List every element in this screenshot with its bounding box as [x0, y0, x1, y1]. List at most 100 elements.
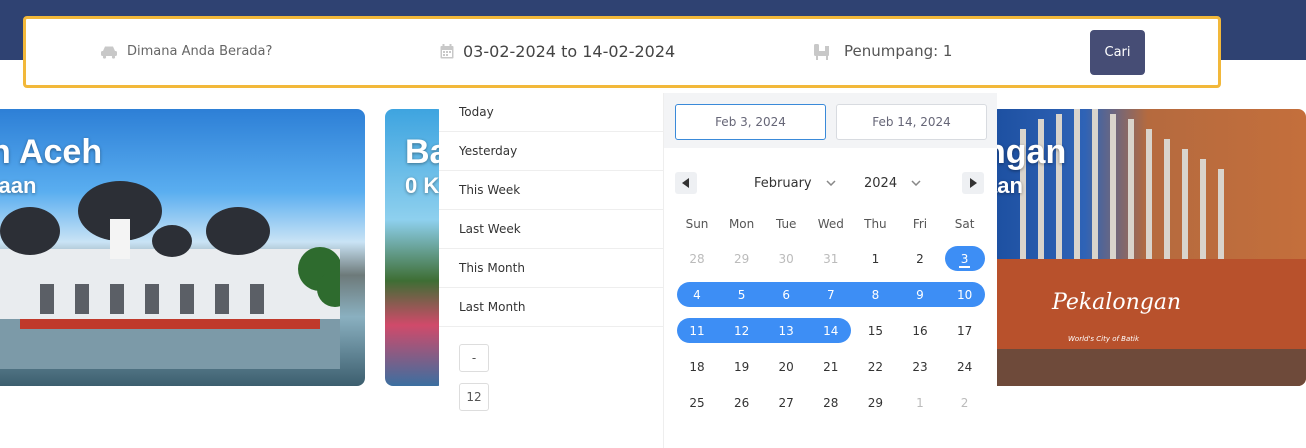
- destination-card-aceh[interactable]: n Aceh raan: [0, 109, 365, 386]
- calendar-day-number: 2: [916, 252, 924, 266]
- calendar-day[interactable]: 14: [811, 319, 851, 343]
- calendar-day[interactable]: 2: [945, 391, 985, 415]
- calendar-day-number: 22: [867, 360, 884, 374]
- date-inputs-header: Feb 3, 2024 Feb 14, 2024: [664, 93, 997, 148]
- range-this-month[interactable]: This Month: [439, 249, 663, 288]
- calendar-day[interactable]: 8: [855, 283, 895, 307]
- calendar-day-number: 24: [956, 360, 973, 374]
- calendar-day[interactable]: 15: [855, 319, 895, 343]
- calendar-day[interactable]: 1: [900, 391, 940, 415]
- search-button[interactable]: Cari: [1090, 30, 1145, 75]
- weekday-label: Mon: [728, 217, 755, 231]
- calendar-day-number: 8: [871, 288, 880, 302]
- calendar-day[interactable]: 12: [722, 319, 762, 343]
- days-count-input[interactable]: 12: [459, 383, 489, 411]
- chevron-down-icon: [911, 178, 921, 189]
- calendar-day-number: 20: [778, 360, 794, 374]
- destination-card-2[interactable]: Ba 0 K: [385, 109, 445, 386]
- calendar-day[interactable]: 30: [766, 247, 806, 271]
- calendar-day[interactable]: 16: [900, 319, 940, 343]
- card-title: ngan: [990, 133, 1067, 171]
- location-field[interactable]: Dimana Anda Berada?: [100, 44, 272, 59]
- calendar-day[interactable]: 28: [811, 391, 851, 415]
- calendar-day[interactable]: 31: [811, 247, 851, 271]
- calendar-day[interactable]: 2: [900, 247, 940, 271]
- calendar-day-number: 19: [733, 360, 750, 374]
- calendar-day[interactable]: 18: [677, 355, 717, 379]
- days-minus-button[interactable]: -: [459, 344, 489, 372]
- calendar-day-number: 29: [733, 252, 750, 266]
- weekday-label: Thu: [864, 217, 887, 231]
- calendar-day-number: 16: [912, 324, 928, 338]
- calendar-day-number: 17: [956, 324, 973, 338]
- calendar-icon: [440, 44, 454, 59]
- calendar-day[interactable]: 11: [677, 319, 717, 343]
- calendar-day[interactable]: 24: [945, 355, 985, 379]
- caret-left-icon: [682, 178, 689, 188]
- calendar-day[interactable]: 6: [766, 283, 806, 307]
- calendar-day-number: 9: [916, 288, 924, 302]
- calendar-day[interactable]: 13: [766, 319, 806, 343]
- calendar-day[interactable]: 7: [811, 283, 851, 307]
- calendar-day[interactable]: 10: [945, 283, 985, 307]
- card-title: n Aceh: [0, 133, 103, 171]
- prev-month-button[interactable]: [675, 172, 697, 194]
- year-label: 2024: [864, 176, 898, 191]
- start-date-input[interactable]: Feb 3, 2024: [675, 104, 826, 140]
- range-this-week[interactable]: This Week: [439, 171, 663, 210]
- calendar-day[interactable]: 9: [900, 283, 940, 307]
- calendar-day-number: 29: [867, 396, 884, 410]
- range-yesterday[interactable]: Yesterday: [439, 132, 663, 171]
- next-month-button[interactable]: [962, 172, 984, 194]
- calendar-day[interactable]: 29: [855, 391, 895, 415]
- caret-right-icon: [970, 178, 977, 188]
- calendar-day[interactable]: 28: [677, 247, 717, 271]
- range-last-month[interactable]: Last Month: [439, 288, 663, 327]
- calendar-day-number: 15: [867, 324, 884, 338]
- calendar-day[interactable]: 5: [722, 283, 762, 307]
- year-select[interactable]: 2024: [864, 176, 921, 191]
- calendar-day-number: 18: [689, 360, 705, 374]
- chevron-down-icon: [826, 178, 836, 189]
- city-sign-text: Pekalongan: [1052, 290, 1182, 315]
- passenger-field[interactable]: Penumpang: 1: [813, 42, 952, 60]
- destination-card-pekalongan[interactable]: ngan aan: [990, 109, 1306, 386]
- calendar-day-number: 21: [823, 360, 839, 374]
- calendar-day[interactable]: 20: [766, 355, 806, 379]
- calendar-day-number: 12: [733, 324, 750, 338]
- calendar-day[interactable]: 19: [722, 355, 762, 379]
- range-last-week[interactable]: Last Week: [439, 210, 663, 249]
- card-subtitle: 0 K: [405, 173, 440, 198]
- calendar-pane: Feb 3, 2024 Feb 14, 2024 February 2024 S…: [664, 93, 997, 448]
- passenger-count: Penumpang: 1: [844, 42, 953, 60]
- calendar-day-number: 28: [823, 396, 839, 410]
- weekday-label: Sat: [954, 217, 975, 231]
- calendar-day-number: 11: [689, 324, 705, 338]
- calendar-day[interactable]: 4: [677, 283, 717, 307]
- calendar-day-start[interactable]: 3: [945, 247, 985, 271]
- calendar-day[interactable]: 22: [855, 355, 895, 379]
- calendar-day-number: 23: [912, 360, 928, 374]
- month-select[interactable]: February: [754, 176, 836, 191]
- calendar-day-number: 7: [826, 288, 835, 302]
- preset-range-list: Today Yesterday This Week Last Week This…: [439, 93, 664, 448]
- date-range-field[interactable]: 03-02-2024 to 14-02-2024: [440, 42, 675, 61]
- calendar-day-number: 27: [778, 396, 794, 410]
- calendar-day[interactable]: 21: [811, 355, 851, 379]
- month-label: February: [754, 176, 812, 191]
- calendar-day[interactable]: 26: [722, 391, 762, 415]
- calendar-day-number: 1: [871, 252, 880, 266]
- calendar-day[interactable]: 29: [722, 247, 762, 271]
- end-date-input[interactable]: Feb 14, 2024: [836, 104, 987, 140]
- range-today[interactable]: Today: [439, 93, 663, 132]
- calendar-day-number: 13: [778, 324, 794, 338]
- weekday-label: Tue: [775, 217, 797, 231]
- calendar-day-number: 10: [956, 288, 973, 302]
- calendar-day[interactable]: 25: [677, 391, 717, 415]
- calendar-day[interactable]: 23: [900, 355, 940, 379]
- calendar-day[interactable]: 27: [766, 391, 806, 415]
- mosque-image: [0, 181, 340, 369]
- calendar-day-number: 28: [689, 252, 705, 266]
- calendar-day[interactable]: 17: [945, 319, 985, 343]
- calendar-day[interactable]: 1: [855, 247, 895, 271]
